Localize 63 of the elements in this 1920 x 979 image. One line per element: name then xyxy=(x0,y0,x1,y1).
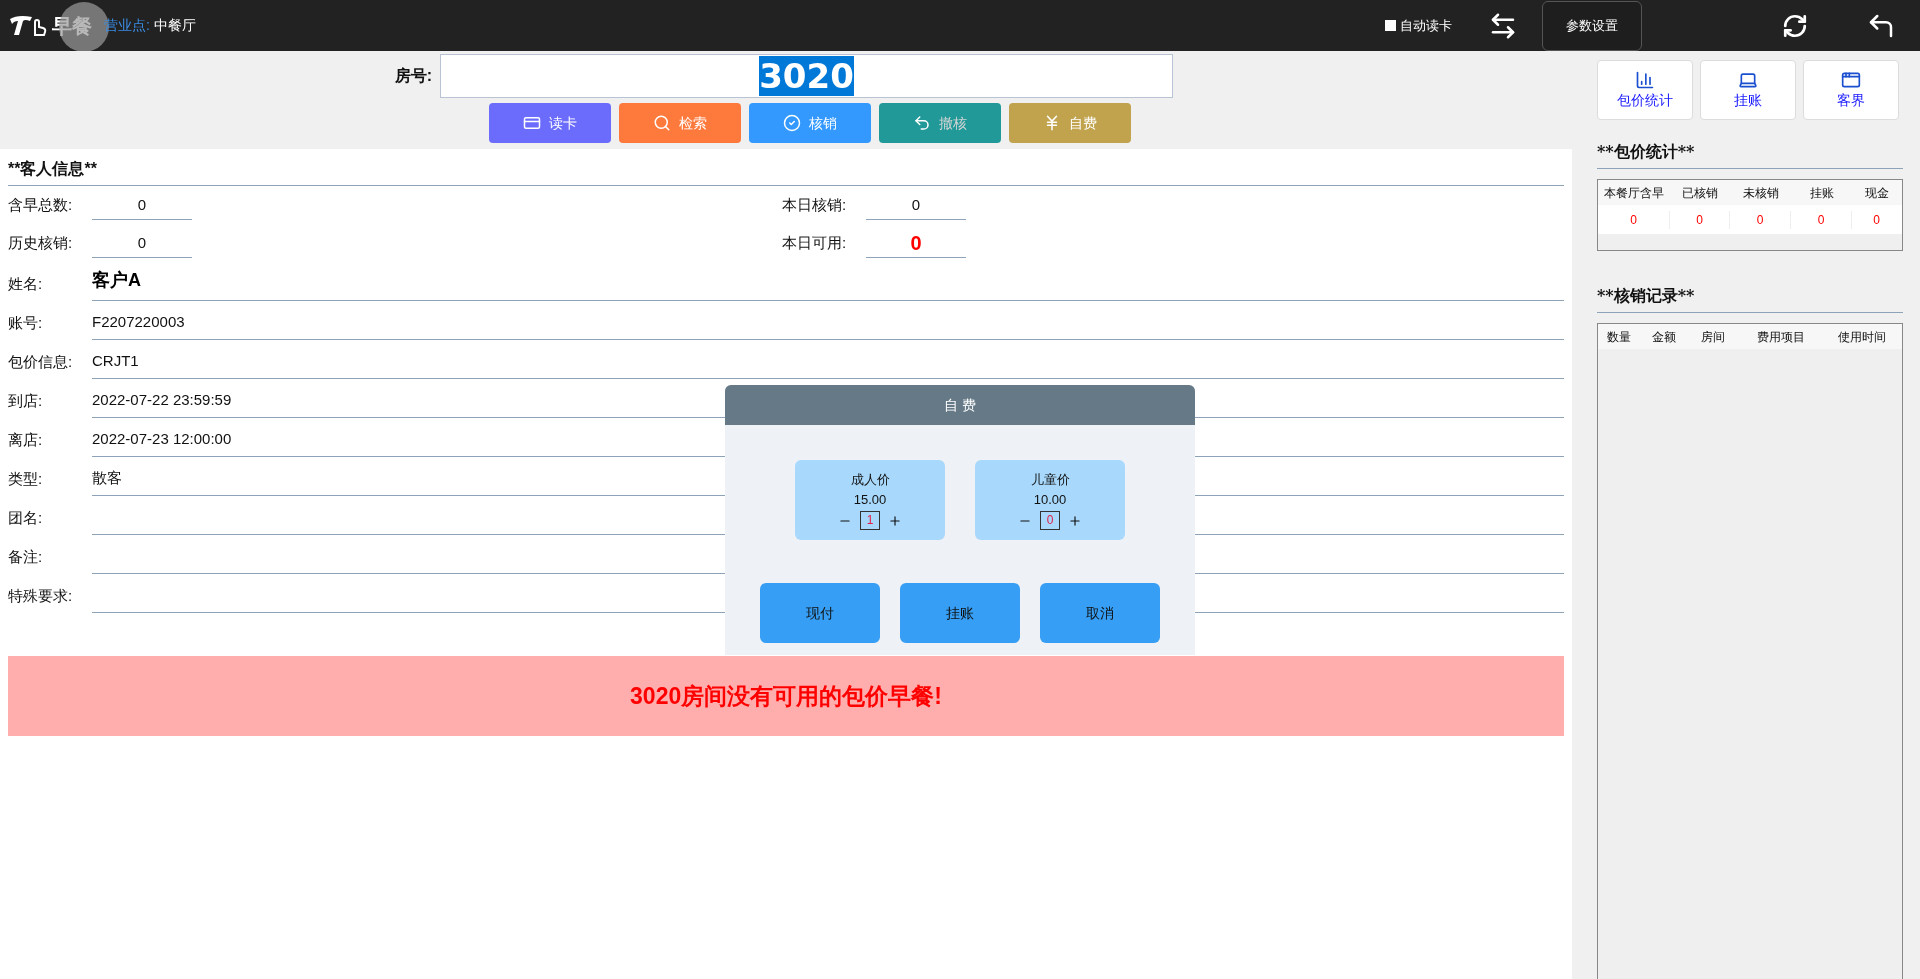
counter-value: 0 xyxy=(866,228,966,258)
field-label: 类型: xyxy=(8,468,44,489)
plus-icon[interactable] xyxy=(888,513,902,528)
section-title: **核销记录** xyxy=(1597,284,1903,313)
counter-value: 0 xyxy=(92,190,192,220)
outlet-label: 营业点: xyxy=(104,16,150,35)
table-cell: 0 xyxy=(1598,210,1670,229)
field-label: 团名: xyxy=(8,507,44,528)
column-header: 挂账 xyxy=(1808,184,1835,202)
field-label: 备注: xyxy=(8,546,44,567)
room-field[interactable]: 3020 xyxy=(440,54,1173,98)
table-cell: 0 xyxy=(1670,210,1730,229)
field-label: 到店: xyxy=(8,390,44,411)
card-icon xyxy=(523,114,541,132)
table-cell-text: 0 xyxy=(1872,211,1881,229)
alert-message: 3020房间没有可用的包价早餐! xyxy=(630,681,942,711)
counter-value: 0 xyxy=(866,190,966,220)
plus-icon[interactable] xyxy=(1068,513,1082,528)
field-label: 特殊要求: xyxy=(8,585,74,606)
action-button[interactable]: 读卡 xyxy=(489,103,611,143)
counter-label: 历史核销: xyxy=(8,232,74,253)
undo-arrow-icon xyxy=(913,114,931,132)
field-value: F2207220003 xyxy=(92,310,1564,340)
dialog-button[interactable]: 现付 xyxy=(760,583,880,643)
side-button[interactable]: 挂账 xyxy=(1700,60,1796,120)
bar-chart-icon xyxy=(1635,69,1655,90)
dialog-button[interactable]: 挂账 xyxy=(900,583,1020,643)
column-header: 费用项目 xyxy=(1755,328,1806,346)
search-icon xyxy=(653,114,671,132)
column-header: 已核销 xyxy=(1681,184,1719,202)
dialog-button[interactable]: 取消 xyxy=(1040,583,1160,643)
column-header: 现金 xyxy=(1863,184,1890,202)
side-button[interactable]: 包价统计 xyxy=(1597,60,1693,120)
counter-label: 本日核销: xyxy=(782,194,848,215)
column-header: 使用时间 xyxy=(1837,328,1887,346)
dialog-title: 自 费 xyxy=(725,385,1195,425)
field-label: 姓名: xyxy=(8,273,44,294)
side-button[interactable]: 客界 xyxy=(1803,60,1899,120)
column-header: 数量 xyxy=(1606,328,1632,346)
field-label: 离店: xyxy=(8,429,44,450)
section-title: **包价统计** xyxy=(1597,140,1903,169)
column-header: 未核销 xyxy=(1741,184,1780,202)
section-title: **客人信息** xyxy=(8,157,1564,186)
auto-read-checkbox[interactable]: 自动读卡 xyxy=(1385,15,1452,36)
price-label: 成人价 xyxy=(850,471,890,489)
column-header: 本餐厅含早 xyxy=(1603,184,1665,202)
settings-button[interactable]: 参数设置 xyxy=(1542,0,1642,51)
column-header: 房间 xyxy=(1700,328,1726,346)
price-label: 儿童价 xyxy=(1030,471,1070,489)
field-value: CRJT1 xyxy=(92,349,1564,379)
field-label: 包价信息: xyxy=(8,351,74,372)
field-label: 账号: xyxy=(8,312,44,333)
counter-label: 本日可用: xyxy=(782,232,848,253)
column-header: 金额 xyxy=(1651,328,1677,346)
room-label: 房号: xyxy=(393,66,433,86)
table-cell: 0 xyxy=(1791,210,1852,229)
check-circle-icon xyxy=(783,114,801,132)
refresh-icon[interactable] xyxy=(1782,12,1808,39)
counter-label: 含早总数: xyxy=(8,194,74,215)
field-value: 客户A xyxy=(92,267,1564,301)
outlet-name: 中餐厅 xyxy=(153,16,196,35)
table-cell: 0 xyxy=(1730,210,1791,229)
counter-value: 0 xyxy=(92,228,192,258)
